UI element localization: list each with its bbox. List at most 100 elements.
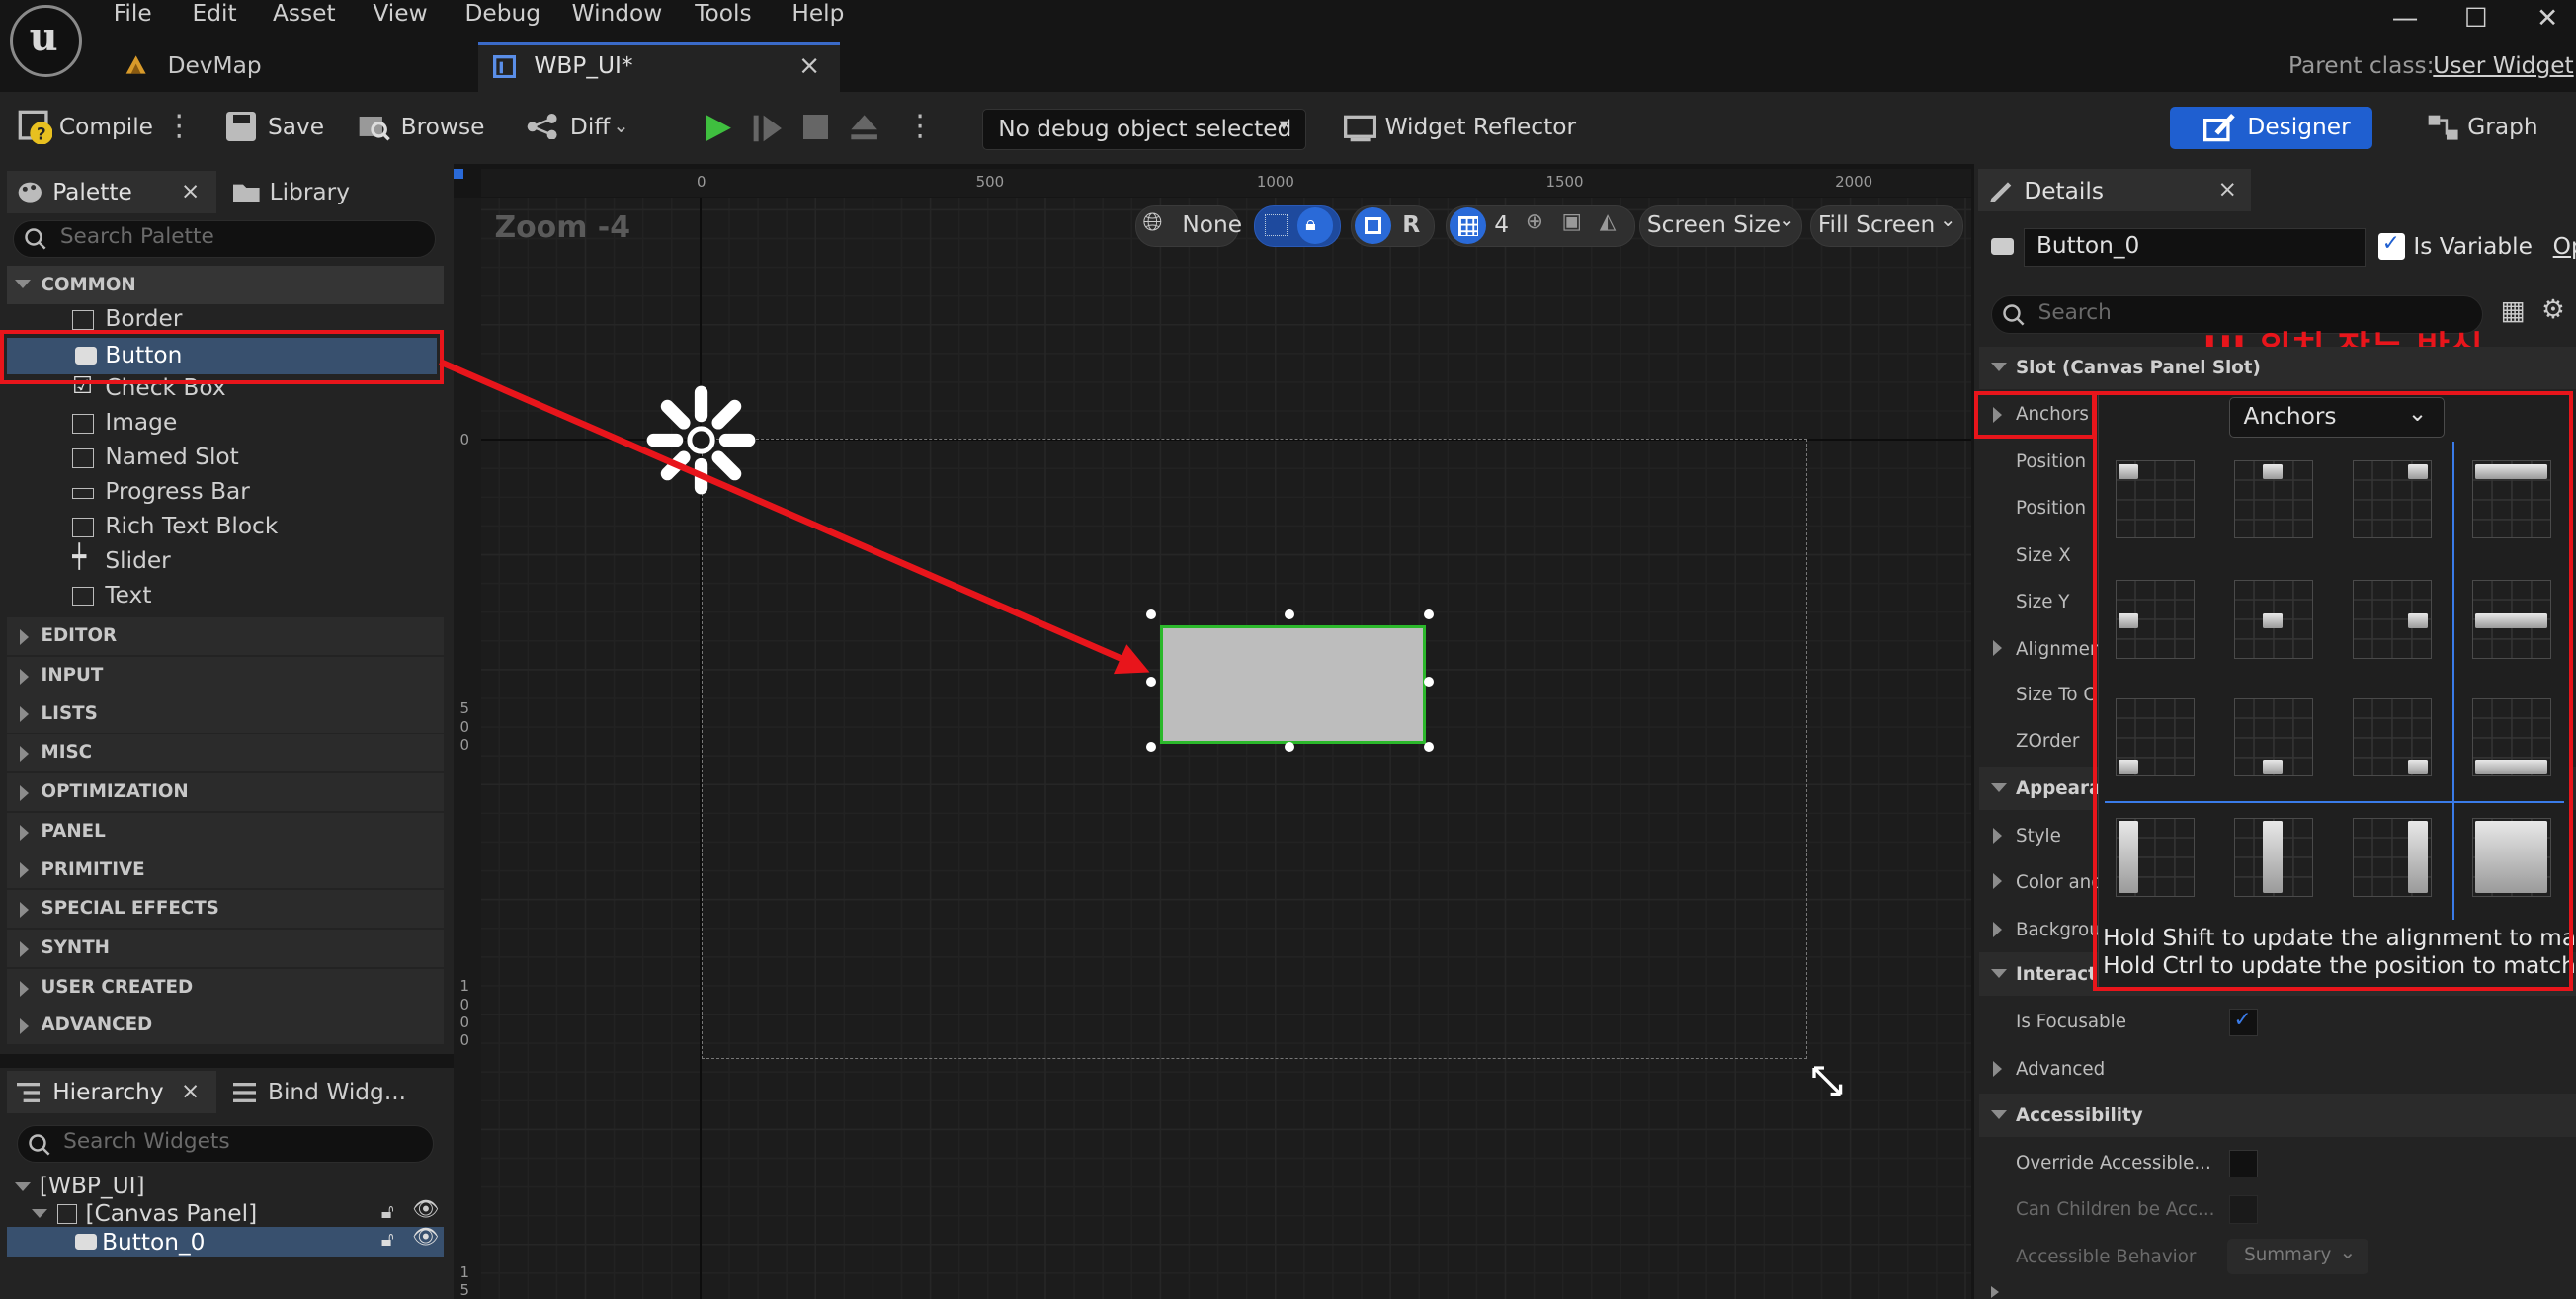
can-children-checkbox[interactable] — [2229, 1195, 2258, 1224]
op-link[interactable]: Op — [2553, 233, 2576, 260]
anchor-preset-full-stretch[interactable] — [2472, 817, 2551, 897]
category-common[interactable]: COMMON — [6, 266, 444, 304]
table-view-icon[interactable]: ▦ — [2500, 295, 2525, 326]
close-icon[interactable]: × — [181, 178, 201, 204]
resize-handle[interactable] — [1285, 609, 1295, 619]
anchor-preset-bottom-right[interactable] — [2352, 697, 2432, 777]
category-special-effects[interactable]: SPECIAL EFFECTS — [6, 890, 444, 929]
selected-button-widget[interactable] — [1159, 625, 1427, 745]
parent-class-link[interactable]: User Widget — [2433, 52, 2573, 79]
tab-palette[interactable]: Palette × — [6, 170, 217, 214]
stop-icon[interactable] — [803, 115, 828, 140]
browse-button[interactable]: Browse — [401, 114, 485, 140]
menu-debug[interactable]: Debug — [465, 0, 541, 27]
tab-details[interactable]: Details × — [1977, 169, 2251, 212]
tree-item-wbp-ui[interactable]: [WBP_UI] — [40, 1173, 145, 1199]
category-user-created[interactable]: USER CREATED — [6, 968, 444, 1008]
anchor-preset-left-stretch[interactable] — [2116, 817, 2196, 897]
play-icon[interactable] — [702, 112, 734, 144]
tab-bind-widgets[interactable]: Bind Widg... — [226, 1071, 447, 1113]
category-optimization[interactable]: OPTIMIZATION — [6, 773, 444, 812]
save-button[interactable]: Save — [268, 114, 324, 140]
maximize-button[interactable]: ☐ — [2464, 3, 2488, 34]
category-primitive[interactable]: PRIMITIVE — [6, 851, 444, 889]
category-advanced[interactable]: ADVANCED — [6, 1007, 444, 1045]
anchor-preset-top-left[interactable] — [2116, 459, 2196, 539]
override-checkbox[interactable] — [2229, 1149, 2258, 1178]
is-focusable-checkbox[interactable]: ✓ — [2229, 1008, 2258, 1037]
select-lock-toggle[interactable]: 🔒︎ — [1253, 204, 1342, 247]
respect-locks-toggle[interactable]: R — [1350, 204, 1435, 247]
hierarchy-search-input[interactable]: Search Widgets — [16, 1124, 435, 1164]
menu-asset[interactable]: Asset — [273, 0, 336, 27]
menu-window[interactable]: Window — [572, 0, 663, 27]
unlock-icon[interactable]: 🔓︎ — [381, 1199, 394, 1223]
anchor-preset-right-stretch[interactable] — [2352, 817, 2432, 897]
debug-object-select[interactable]: No debug object selected ▾ — [982, 108, 1307, 150]
anchor-preset-center[interactable] — [2234, 579, 2313, 659]
tab-library[interactable]: Library — [226, 171, 440, 213]
minimize-button[interactable]: — — [2392, 3, 2419, 34]
is-variable-checkbox[interactable]: ✓ — [2378, 231, 2406, 260]
close-icon[interactable]: × — [181, 1078, 201, 1104]
anchor-preset-top-right[interactable] — [2352, 459, 2432, 539]
anchor-preset-bottom-center[interactable] — [2234, 697, 2313, 777]
eject-icon[interactable] — [848, 112, 880, 141]
tab-devmap[interactable]: DevMap — [109, 42, 470, 92]
section-accessibility[interactable]: Accessibility — [1979, 1094, 2576, 1137]
palette-search-input[interactable]: Search Palette — [13, 219, 436, 259]
palette-search-placeholder: Search Palette — [59, 224, 214, 250]
step-icon[interactable] — [752, 114, 785, 143]
anchor-preset-bottom-left[interactable] — [2116, 697, 2196, 777]
category-lists[interactable]: LISTS — [6, 694, 444, 733]
tree-item-canvas-panel[interactable]: [Canvas Panel] — [85, 1200, 257, 1227]
unreal-logo-icon[interactable]: u — [9, 4, 83, 78]
section-slot[interactable]: Slot (Canvas Panel Slot) — [1979, 346, 2576, 390]
anchor-preset-bottom-stretch[interactable] — [2472, 697, 2551, 777]
tree-item-button-0[interactable]: Button_0 🔓︎ 👁︎ — [6, 1225, 444, 1257]
category-panel[interactable]: PANEL — [6, 812, 444, 852]
tab-wbp-ui[interactable]: WBP_UI* × — [477, 42, 840, 93]
palette-panel: Palette × Library Search Palette COMMON … — [0, 164, 454, 1055]
property-advanced[interactable]: Advanced — [1979, 1046, 2576, 1093]
ruler-label: 1000 — [1256, 172, 1294, 191]
anchor-preset-middle-right[interactable] — [2352, 579, 2432, 659]
menu-tools[interactable]: Tools — [695, 0, 751, 27]
menu-view[interactable]: View — [373, 0, 427, 27]
anchor-preset-middle-left[interactable] — [2116, 579, 2196, 659]
graph-button[interactable]: Graph — [2467, 114, 2537, 140]
designer-button[interactable]: Designer — [2170, 107, 2372, 150]
anchor-preset-middle-stretch[interactable] — [2472, 579, 2551, 659]
anchor-preset-center-stretch-v[interactable] — [2234, 817, 2313, 897]
resize-canvas-icon[interactable] — [1809, 1063, 1846, 1099]
widget-reflector-button[interactable]: Widget Reflector — [1385, 114, 1576, 140]
settings-gear-icon[interactable]: ⚙ — [2541, 294, 2565, 325]
menu-edit[interactable]: Edit — [193, 0, 237, 27]
tab-hierarchy[interactable]: Hierarchy × — [6, 1071, 217, 1114]
accessible-behavior-select[interactable]: Summary ⌄ — [2227, 1238, 2369, 1275]
category-synth[interactable]: SYNTH — [6, 930, 444, 968]
menu-file[interactable]: File — [114, 0, 152, 27]
screen-size-dropdown[interactable]: Screen Size ⌄ — [1639, 204, 1803, 247]
eye-icon[interactable]: 👁︎ — [412, 1197, 439, 1222]
grid-snap-toggle[interactable]: 4 ⊕ ▣ ◭ — [1446, 204, 1635, 247]
close-icon[interactable]: × — [2218, 176, 2238, 203]
unlock-icon[interactable]: 🔓︎ — [381, 1227, 394, 1251]
menu-help[interactable]: Help — [791, 0, 844, 27]
world-space-toggle[interactable]: 🌐︎ None — [1134, 204, 1242, 247]
anchor-preset-top-stretch[interactable] — [2472, 459, 2551, 539]
diff-chevron-down-icon[interactable]: ⌄ — [613, 114, 629, 137]
play-options-icon[interactable]: ⋮ — [905, 109, 935, 143]
compile-options-icon[interactable]: ⋮ — [164, 109, 194, 143]
category-misc[interactable]: MISC — [6, 734, 444, 772]
compile-button[interactable]: Compile — [59, 114, 153, 140]
diff-button[interactable]: Diff — [570, 114, 610, 140]
category-input[interactable]: INPUT — [6, 657, 444, 695]
anchor-preset-top-center[interactable] — [2234, 459, 2313, 539]
close-window-button[interactable]: ✕ — [2536, 3, 2558, 34]
eye-icon[interactable]: 👁︎ — [412, 1225, 439, 1250]
widget-name-field[interactable]: Button_0 — [2024, 228, 2367, 267]
tab-close-button[interactable]: × — [798, 50, 820, 81]
fill-screen-dropdown[interactable]: Fill Screen ⌄ — [1810, 204, 1964, 247]
category-editor[interactable]: EDITOR — [6, 617, 444, 656]
